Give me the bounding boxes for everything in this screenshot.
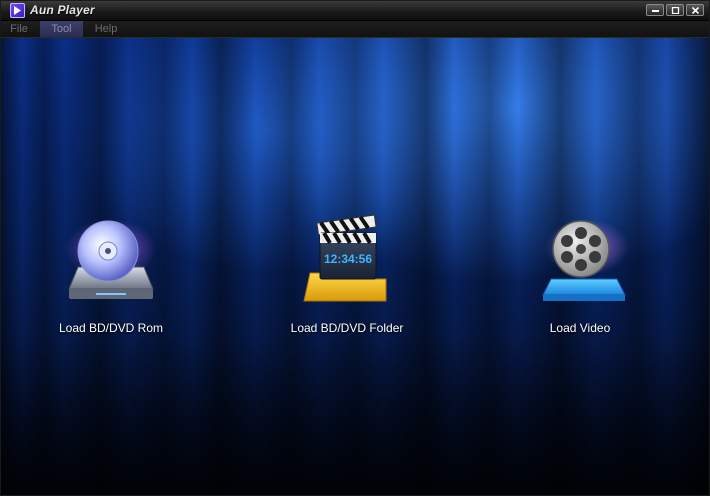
disc-drive-icon: [66, 219, 156, 299]
film-reel-icon: [542, 219, 629, 301]
close-button[interactable]: [686, 4, 704, 16]
app-window: Aun Player File Tool Help Load BD/DVD Ro…: [0, 0, 710, 496]
maximize-icon: [671, 7, 680, 14]
menu-file[interactable]: File: [5, 21, 33, 37]
aun-player-logo-icon: [10, 3, 25, 18]
load-bd-dvd-folder-label: Load BD/DVD Folder: [290, 321, 404, 335]
minimize-button[interactable]: [646, 4, 664, 16]
load-video-label: Load Video: [549, 321, 611, 335]
title-bar[interactable]: Aun Player: [1, 1, 709, 21]
menu-tool[interactable]: Tool: [40, 21, 83, 37]
load-bd-dvd-rom-button[interactable]: Load BD/DVD Rom: [36, 209, 186, 339]
load-bd-dvd-rom-label: Load BD/DVD Rom: [58, 321, 164, 335]
load-bd-dvd-folder-button[interactable]: 12:34:56 Load BD/DVD Folder: [272, 209, 422, 339]
clapperboard-folder-icon: 12:34:56: [303, 214, 387, 302]
window-controls: [646, 4, 704, 16]
load-video-button[interactable]: Load Video: [505, 209, 655, 339]
menu-help[interactable]: Help: [89, 21, 123, 37]
minimize-icon: [652, 10, 659, 12]
maximize-button[interactable]: [666, 4, 684, 16]
menu-bar: File Tool Help: [1, 21, 709, 38]
close-icon: [691, 7, 700, 14]
window-title: Aun Player: [30, 3, 95, 17]
clock-readout: 12:34:56: [324, 252, 372, 266]
